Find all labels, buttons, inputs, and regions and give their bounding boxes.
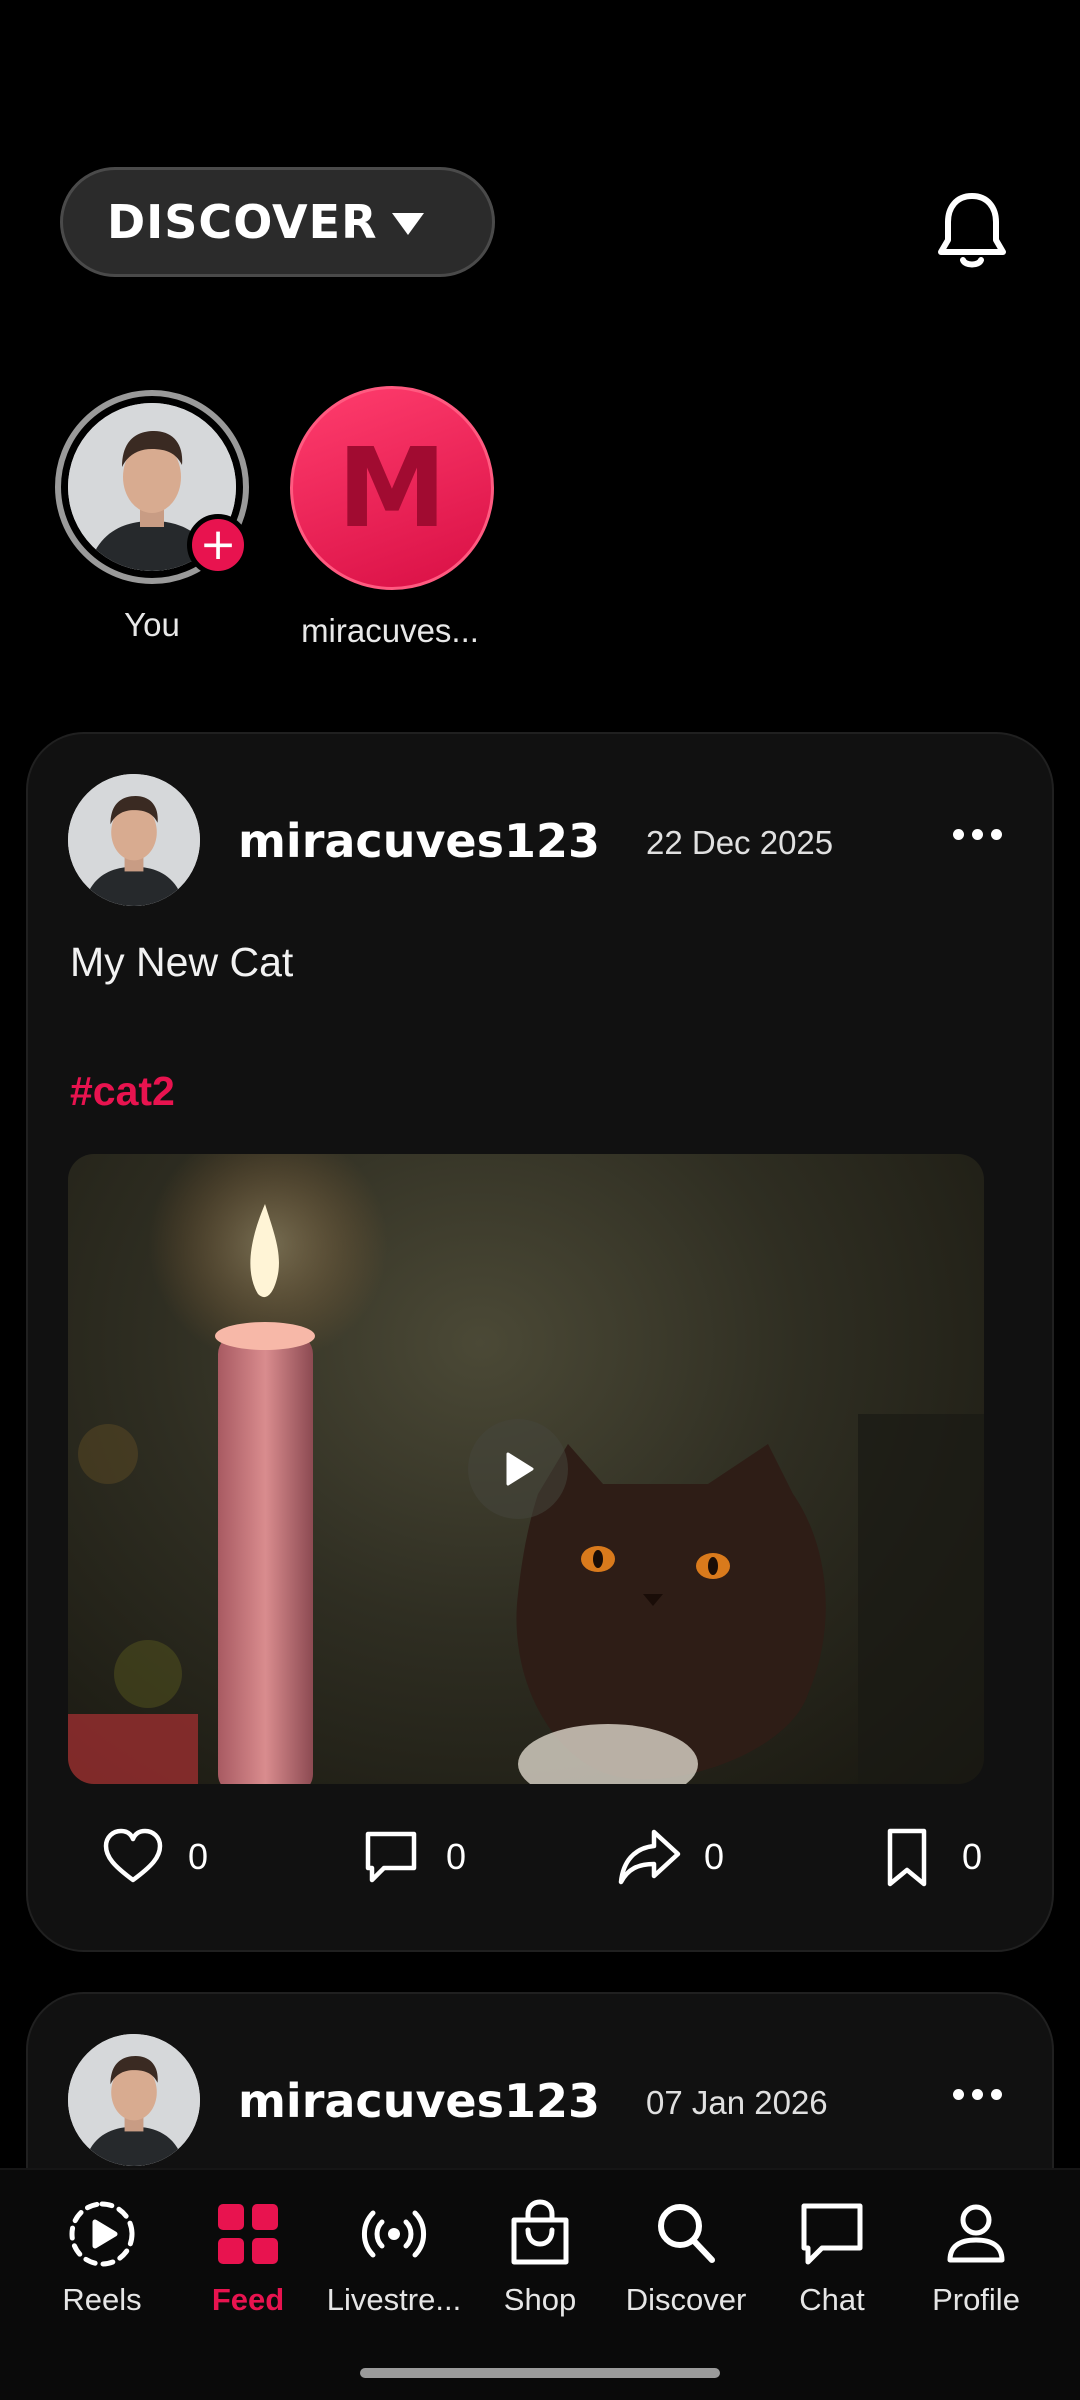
nav-chat[interactable]: Chat bbox=[762, 2198, 902, 2318]
nav-label: Feed bbox=[211, 2282, 285, 2317]
post-hashtag[interactable]: #cat2 bbox=[70, 1068, 175, 1115]
comment-icon bbox=[365, 1831, 417, 1883]
comment-button[interactable]: 0 bbox=[358, 1824, 466, 1890]
bottom-nav: Reels Feed Livestre... Shop Discover Cha… bbox=[0, 2168, 1080, 2400]
post-date: 07 Jan 2026 bbox=[646, 2084, 828, 2121]
post-username[interactable]: miracuves123 bbox=[238, 814, 600, 868]
like-count: 0 bbox=[188, 1836, 209, 1877]
post-video[interactable] bbox=[68, 1154, 984, 1784]
post-username[interactable]: miracuves123 bbox=[238, 2074, 600, 2128]
post-caption: My New Cat bbox=[70, 939, 294, 985]
bookmark-count: 0 bbox=[962, 1836, 983, 1877]
avatar[interactable] bbox=[68, 774, 200, 906]
story-avatar-initial: M bbox=[290, 386, 494, 590]
livestream-icon bbox=[361, 2210, 427, 2258]
story-miracuves[interactable]: M miracuves... bbox=[290, 386, 494, 650]
nav-livestream[interactable]: Livestre... bbox=[324, 2198, 464, 2318]
nav-label: Reels bbox=[62, 2282, 142, 2317]
home-indicator[interactable] bbox=[360, 2368, 720, 2378]
nav-label: Chat bbox=[799, 2282, 865, 2317]
reels-icon bbox=[69, 2201, 135, 2267]
nav-label: Livestre... bbox=[326, 2282, 462, 2317]
nav-reels[interactable]: Reels bbox=[32, 2198, 172, 2318]
nav-discover[interactable]: Discover bbox=[616, 2198, 756, 2318]
share-button[interactable]: 0 bbox=[616, 1824, 724, 1890]
profile-icon bbox=[947, 2204, 1005, 2263]
avatar[interactable] bbox=[68, 2034, 200, 2166]
shopping-bag-icon bbox=[511, 2199, 569, 2265]
add-story-icon[interactable]: + bbox=[187, 514, 249, 576]
post-date: 22 Dec 2025 bbox=[646, 824, 834, 861]
bookmark-button[interactable]: 0 bbox=[874, 1824, 982, 1890]
story-ring: + bbox=[55, 390, 249, 584]
feed-grid-icon bbox=[218, 2204, 278, 2264]
nav-label: Shop bbox=[503, 2282, 577, 2317]
discover-title: DISCOVER bbox=[107, 195, 378, 249]
play-icon[interactable] bbox=[468, 1419, 568, 1519]
search-icon bbox=[658, 2204, 715, 2263]
nav-profile[interactable]: Profile bbox=[906, 2198, 1046, 2318]
story-label: You bbox=[124, 606, 180, 643]
more-options-icon[interactable] bbox=[953, 2089, 1002, 2100]
share-count: 0 bbox=[704, 1836, 725, 1877]
discover-dropdown[interactable]: DISCOVER bbox=[60, 167, 495, 277]
bell-icon[interactable] bbox=[936, 190, 1008, 270]
share-arrow-icon bbox=[618, 1829, 681, 1885]
nav-label: Discover bbox=[625, 2282, 747, 2317]
comment-count: 0 bbox=[446, 1836, 467, 1877]
nav-label: Profile bbox=[932, 2282, 1020, 2317]
caret-down-icon bbox=[391, 213, 424, 235]
bookmark-icon bbox=[887, 1828, 927, 1887]
more-options-icon[interactable] bbox=[953, 829, 1002, 840]
story-label: miracuves... bbox=[301, 612, 479, 649]
heart-icon bbox=[103, 1828, 163, 1883]
post-actions: 0 0 0 0 bbox=[28, 1824, 1052, 1904]
like-button[interactable]: 0 bbox=[100, 1824, 208, 1890]
nav-feed[interactable]: Feed bbox=[178, 2198, 318, 2318]
post-card: miracuves123 22 Dec 2025 My New Cat #cat… bbox=[26, 732, 1054, 1952]
story-you[interactable]: + You bbox=[52, 390, 252, 644]
nav-shop[interactable]: Shop bbox=[470, 2198, 610, 2318]
chat-icon bbox=[801, 2203, 863, 2265]
